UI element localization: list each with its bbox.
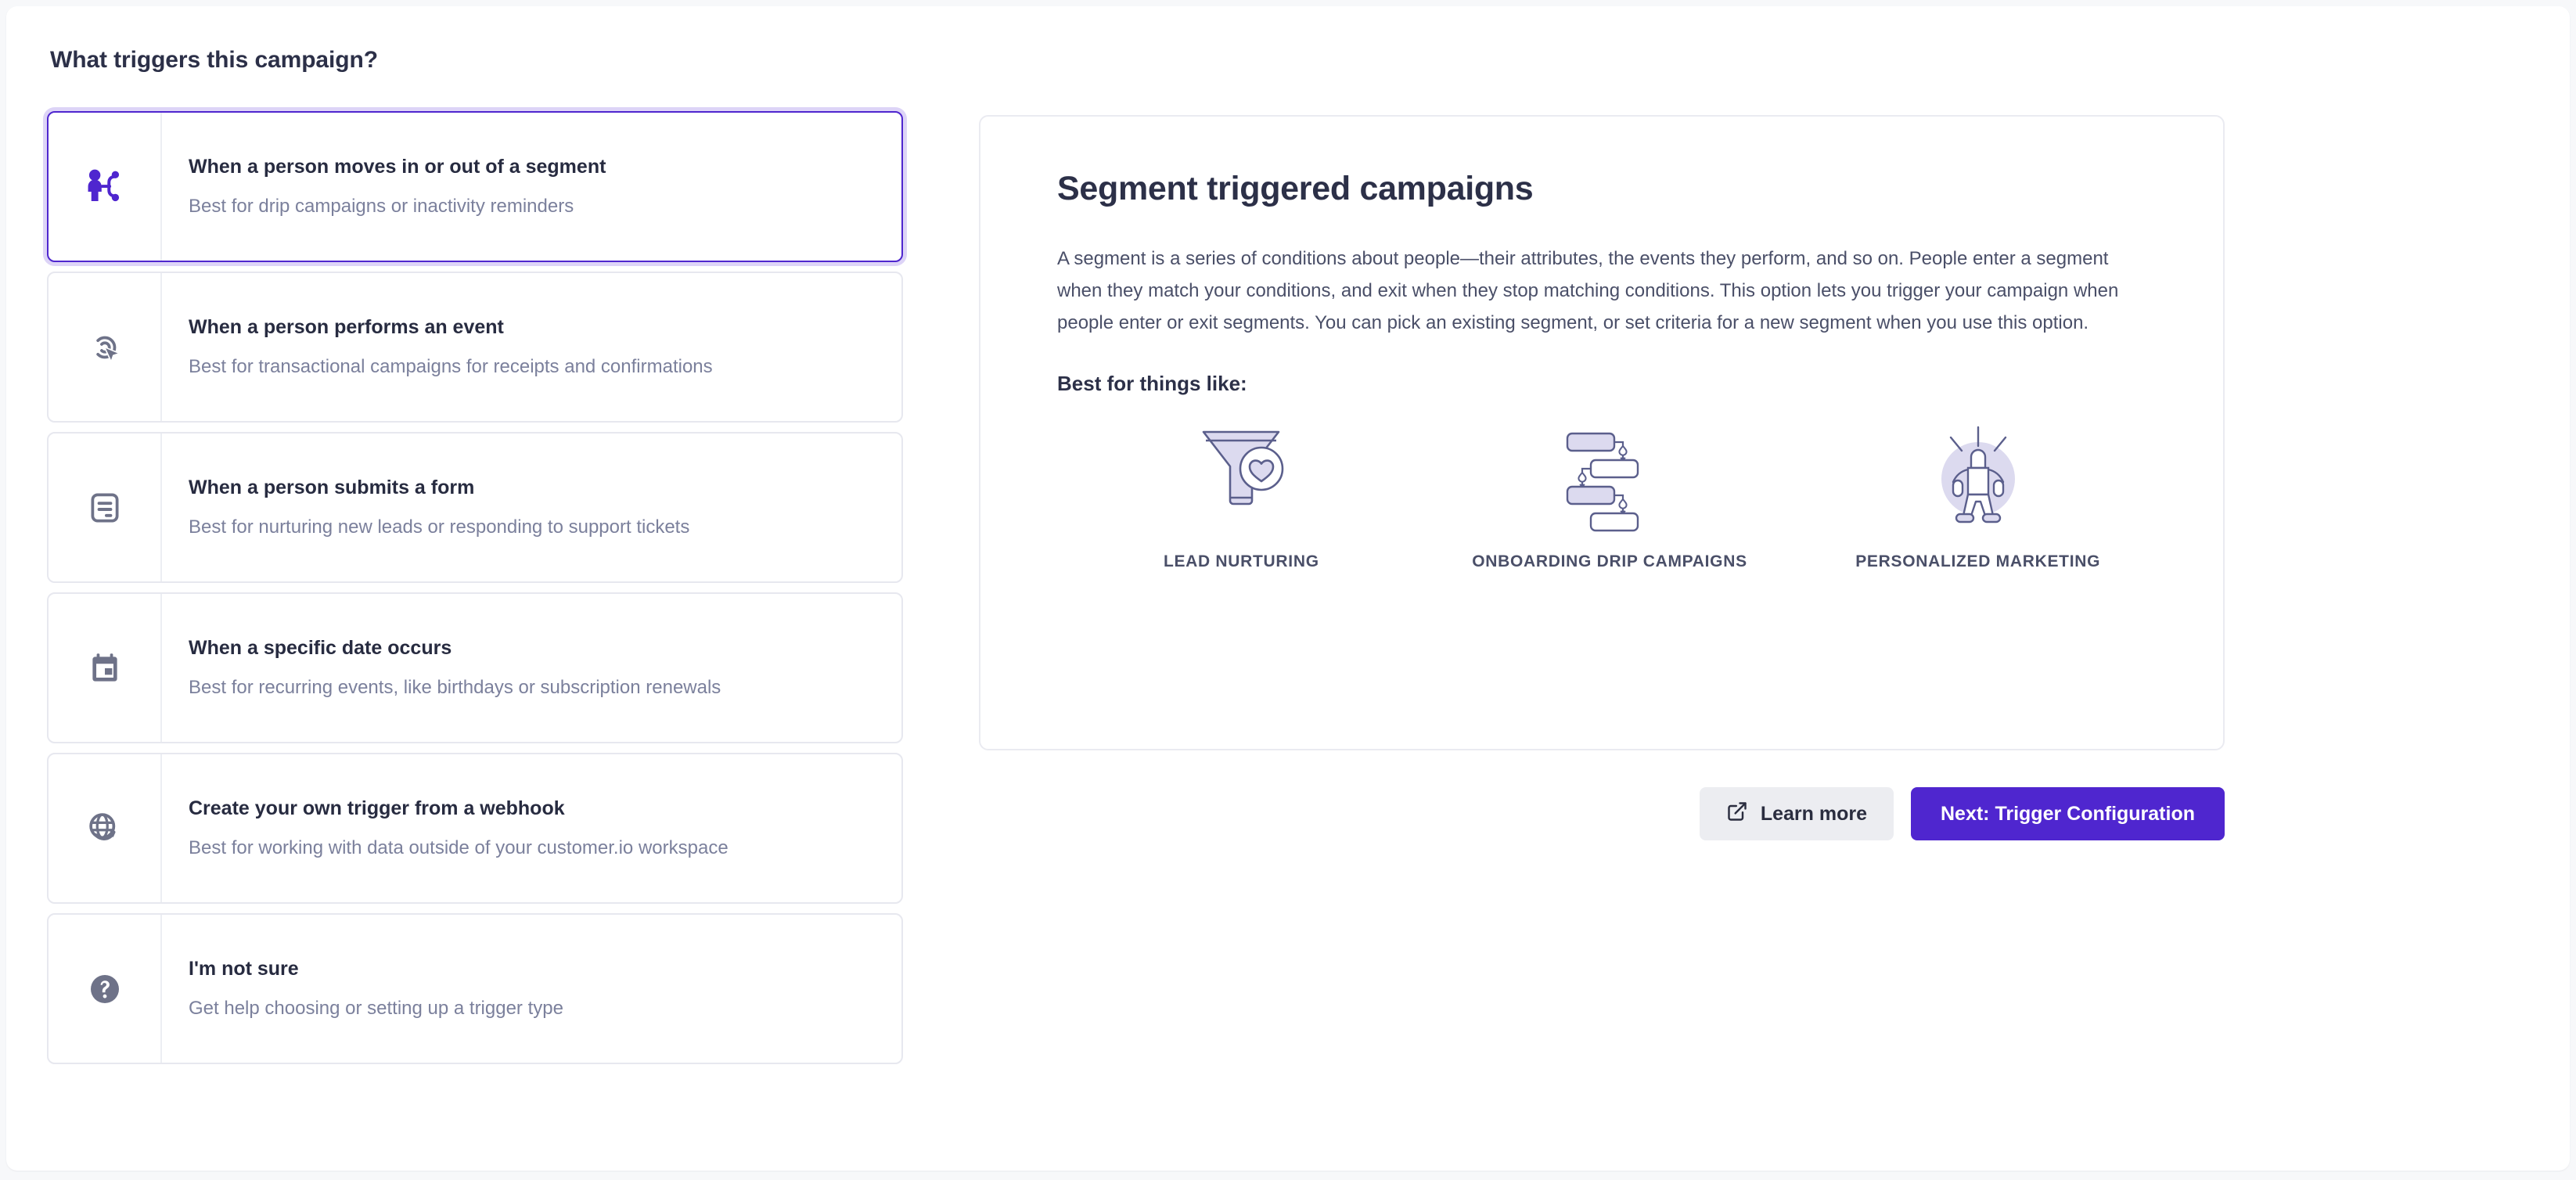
option-subtitle: Best for recurring events, like birthday…: [189, 676, 721, 698]
option-subtitle: Get help choosing or setting up a trigge…: [189, 997, 563, 1019]
trigger-option-webhook[interactable]: Create your own trigger from a webhook B…: [47, 753, 903, 904]
trigger-selection-page: What triggers this campaign? When a pers…: [6, 6, 2570, 1171]
option-title: Create your own trigger from a webhook: [189, 797, 565, 820]
option-title: When a person performs an event: [189, 316, 504, 339]
option-subtitle: Best for working with data outside of yo…: [189, 836, 729, 858]
trigger-option-unsure[interactable]: I'm not sure Get help choosing or settin…: [47, 913, 903, 1064]
option-subtitle: Best for drip campaigns or inactivity re…: [189, 195, 574, 217]
option-title: When a specific date occurs: [189, 637, 452, 660]
detail-description: A segment is a series of conditions abou…: [1057, 248, 2119, 333]
learn-more-button[interactable]: Learn more: [1699, 787, 1894, 840]
option-text-cell: When a specific date occurs Best for rec…: [162, 594, 901, 742]
trigger-detail-panel: Segment triggered campaigns A segment is…: [979, 115, 2225, 750]
use-case-onboarding-drip: ONBOARDING DRIP CAMPAIGNS: [1426, 401, 1794, 571]
option-icon-cell: [49, 273, 162, 421]
workflow-blocks-illustration: [1555, 401, 1664, 549]
option-icon-cell: [49, 594, 162, 742]
page-title: What triggers this campaign?: [50, 47, 378, 73]
use-case-list: LEAD NURTURING ONBOARDING DRIP CAMPAIGNS…: [1057, 401, 2162, 571]
form-document-icon: [85, 488, 124, 527]
trigger-option-segment[interactable]: When a person moves in or out of a segme…: [47, 111, 903, 262]
option-title: When a person moves in or out of a segme…: [189, 156, 606, 178]
use-case-label: PERSONALIZED MARKETING: [1855, 552, 2101, 570]
use-case-label: ONBOARDING DRIP CAMPAIGNS: [1472, 552, 1747, 570]
funnel-heart-illustration: [1189, 401, 1293, 549]
option-text-cell: When a person submits a form Best for nu…: [162, 434, 901, 581]
option-icon-cell: [49, 915, 162, 1063]
option-icon-cell: [49, 434, 162, 581]
detail-title: Segment triggered campaigns: [1057, 170, 1534, 207]
learn-more-label: Learn more: [1760, 802, 1867, 825]
trigger-option-date[interactable]: When a specific date occurs Best for rec…: [47, 592, 903, 743]
person-segment-icon: [83, 165, 127, 209]
option-text-cell: I'm not sure Get help choosing or settin…: [162, 915, 901, 1063]
person-spotlight-illustration: [1923, 401, 2033, 549]
best-for-label: Best for things like:: [1057, 372, 1247, 395]
calendar-icon: [85, 649, 124, 688]
use-case-lead-nurturing: LEAD NURTURING: [1057, 401, 1426, 571]
option-subtitle: Best for nurturing new leads or respondi…: [189, 516, 690, 538]
option-subtitle: Best for transactional campaigns for rec…: [189, 355, 713, 377]
globe-refresh-icon: [85, 808, 125, 849]
use-case-personalized-marketing: PERSONALIZED MARKETING: [1793, 401, 2162, 571]
action-bar: Learn more Next: Trigger Configuration: [979, 787, 2225, 840]
option-icon-cell: [49, 754, 162, 902]
option-text-cell: When a person moves in or out of a segme…: [162, 113, 901, 261]
option-text-cell: Create your own trigger from a webhook B…: [162, 754, 901, 902]
trigger-option-event[interactable]: When a person performs an event Best for…: [47, 272, 903, 423]
external-link-icon: [1726, 800, 1748, 828]
trigger-options-list: When a person moves in or out of a segme…: [47, 111, 905, 1064]
question-mark-icon: [86, 970, 124, 1008]
option-title: I'm not sure: [189, 958, 299, 980]
option-title: When a person submits a form: [189, 477, 475, 499]
option-text-cell: When a person performs an event Best for…: [162, 273, 901, 421]
option-icon-cell: [49, 113, 162, 261]
next-trigger-configuration-button[interactable]: Next: Trigger Configuration: [1911, 787, 2225, 840]
trigger-option-form[interactable]: When a person submits a form Best for nu…: [47, 432, 903, 583]
use-case-label: LEAD NURTURING: [1163, 552, 1319, 570]
next-button-label: Next: Trigger Configuration: [1941, 802, 2195, 825]
cursor-click-icon: [85, 328, 124, 367]
